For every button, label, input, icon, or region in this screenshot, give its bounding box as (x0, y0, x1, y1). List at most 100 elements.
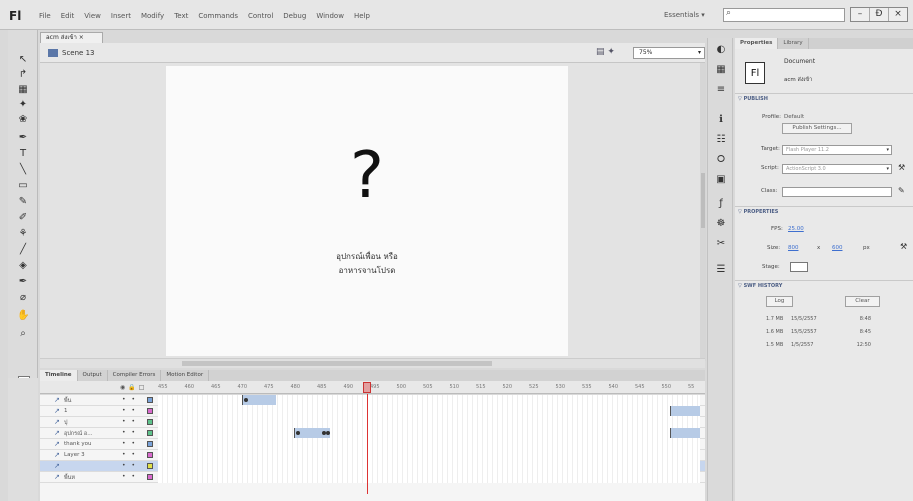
playhead[interactable] (363, 382, 371, 393)
history-panel-icon[interactable]: ☰ (715, 264, 727, 276)
menu-commands[interactable]: Commands (198, 12, 238, 20)
layer-visibility-lock-toggles[interactable]: • • (122, 440, 137, 447)
layer-frames[interactable] (158, 461, 700, 472)
stage-text-line-1[interactable]: อุปกรณ์เพื่อน หรือ (166, 250, 568, 263)
height-value[interactable]: 600 (832, 245, 843, 251)
layer-visibility-lock-toggles[interactable]: • • (122, 462, 137, 469)
stage-color-swatch[interactable] (790, 262, 808, 272)
layer-visibility-lock-toggles[interactable]: • • (122, 407, 137, 414)
actions-panel-icon[interactable]: ƒ (715, 198, 727, 210)
layer-name[interactable]: Layer 3 (64, 452, 85, 458)
layer-frames[interactable] (158, 439, 700, 450)
layer-row[interactable]: ↗ • • (40, 461, 705, 472)
layer-name[interactable]: thank you (64, 441, 92, 447)
pencil-tool-icon[interactable]: ✎ (17, 196, 29, 208)
stage-horizontal-scrollbar[interactable] (40, 358, 705, 368)
tab-motion-editor[interactable]: Motion Editor (161, 370, 210, 381)
layer-name-cell[interactable]: ↗ thank you • • (40, 439, 158, 450)
layer-row[interactable]: ↗ อุปกรณ์ อ... • • (40, 428, 705, 439)
zoom-select[interactable]: 75% ▾ (633, 47, 705, 59)
wrench-icon[interactable]: ⚒ (900, 242, 907, 251)
stage[interactable]: ? อุปกรณ์เพื่อน หรือ อาหารจานโปรด (166, 66, 568, 356)
layer-name[interactable]: พื้น (64, 397, 71, 405)
lasso-tool-icon[interactable]: ❀ (17, 114, 29, 126)
layer-outline-color-swatch[interactable] (147, 452, 153, 458)
behaviors-panel-icon[interactable]: ☸ (715, 218, 727, 230)
layer-row[interactable]: ↗ Layer 3 • • (40, 450, 705, 461)
keyframe[interactable] (244, 398, 248, 402)
workspace-switcher[interactable]: Essentials ▾ (664, 11, 705, 19)
log-button[interactable]: Log (766, 296, 793, 307)
line-tool-icon[interactable]: ╲ (17, 164, 29, 176)
menu-insert[interactable]: Insert (111, 12, 131, 20)
restore-button[interactable]: Ɖ (870, 8, 889, 21)
rectangle-tool-icon[interactable]: ▭ (17, 180, 29, 192)
pencil-icon[interactable]: ✎ (898, 186, 905, 195)
layer-visibility-lock-toggles[interactable]: • • (122, 473, 137, 480)
code-snippets-icon[interactable]: ⭘ (715, 154, 727, 166)
layer-name-cell[interactable]: ↗ Layer 3 • • (40, 450, 158, 461)
bone-tool-icon[interactable]: ╱ (17, 244, 29, 256)
layer-outline-color-swatch[interactable] (147, 408, 153, 414)
layer-frames[interactable] (158, 428, 700, 439)
minimize-button[interactable]: – (851, 8, 870, 21)
layer-visibility-lock-outline-icons[interactable]: ◉🔒□ (120, 384, 147, 391)
layer-visibility-lock-toggles[interactable]: • • (122, 396, 137, 403)
layer-frames[interactable] (158, 417, 700, 428)
fps-value[interactable]: 25.00 (788, 226, 804, 232)
layer-visibility-lock-toggles[interactable]: • • (122, 429, 137, 436)
layer-frames[interactable] (158, 472, 700, 483)
layer-frames[interactable] (158, 450, 700, 461)
subselection-tool-icon[interactable]: ↱ (17, 69, 29, 81)
scene-label[interactable]: Scene 13 (62, 49, 94, 57)
menu-modify[interactable]: Modify (141, 12, 164, 20)
info-panel-icon[interactable]: ℹ (715, 114, 727, 126)
layer-visibility-lock-toggles[interactable]: • • (122, 418, 137, 425)
close-button[interactable]: × (889, 8, 907, 21)
pen-tool-icon[interactable]: ✒ (17, 132, 29, 144)
layer-outline-color-swatch[interactable] (147, 474, 153, 480)
script-select[interactable]: ActionScript 3.0 ▾ (782, 164, 892, 174)
deco-tool-icon[interactable]: ⚘ (17, 228, 29, 240)
menu-debug[interactable]: Debug (283, 12, 306, 20)
tween-span[interactable] (670, 428, 700, 438)
3d-rotation-tool-icon[interactable]: ✦ (17, 99, 29, 111)
layer-row[interactable]: ↗ พื้น • • (40, 395, 705, 406)
layer-outline-color-swatch[interactable] (147, 441, 153, 447)
help-search-input[interactable]: ⌕ (723, 8, 845, 22)
align-panel-icon[interactable]: ≡ (715, 84, 727, 96)
menu-window[interactable]: Window (316, 12, 344, 20)
layer-row[interactable]: ↗ พื้นห • • (40, 472, 705, 483)
paint-bucket-tool-icon[interactable]: ◈ (17, 260, 29, 272)
layer-row[interactable]: ↗ ปุ • • (40, 417, 705, 428)
free-transform-tool-icon[interactable]: ▦ (17, 84, 29, 96)
tab-properties[interactable]: Properties (735, 38, 779, 49)
layer-outline-color-swatch[interactable] (147, 463, 153, 469)
brush-tool-icon[interactable]: ✐ (17, 212, 29, 224)
layer-name-cell[interactable]: ↗ อุปกรณ์ อ... • • (40, 428, 158, 439)
menu-file[interactable]: File (39, 12, 51, 20)
wrench-icon[interactable]: ⚒ (898, 163, 905, 172)
transform-panel-icon[interactable]: ☷ (715, 134, 727, 146)
menu-control[interactable]: Control (248, 12, 273, 20)
layer-name[interactable]: พื้นห (64, 474, 75, 482)
stage-vertical-scrollbar[interactable] (700, 63, 706, 361)
tab-output[interactable]: Output (78, 370, 108, 381)
tab-compiler-errors[interactable]: Compiler Errors (108, 370, 162, 381)
document-tab[interactable]: acm ส่งเข้า × (40, 32, 103, 43)
target-select[interactable]: Flash Player 11.2 ▾ (782, 145, 892, 155)
components-panel-icon[interactable]: ▣ (715, 174, 727, 186)
menu-help[interactable]: Help (354, 12, 370, 20)
layer-name[interactable]: 1 (64, 408, 68, 414)
layer-frames[interactable] (158, 395, 700, 406)
swatches-panel-icon[interactable]: ▦ (715, 64, 727, 76)
hand-tool-icon[interactable]: ✋ (17, 310, 29, 322)
layer-visibility-lock-toggles[interactable]: • • (122, 451, 137, 458)
layer-row[interactable]: ↗ 1 • • (40, 406, 705, 417)
layer-name[interactable]: ปุ (64, 419, 68, 427)
swf-history-section-header[interactable]: ▽ SWF HISTORY (738, 283, 782, 289)
edit-scene-icon[interactable]: ▤ ✦ (596, 47, 615, 57)
menu-text[interactable]: Text (174, 12, 188, 20)
keyframe[interactable] (326, 431, 330, 435)
layer-name-cell[interactable]: ↗ • • (40, 461, 158, 472)
